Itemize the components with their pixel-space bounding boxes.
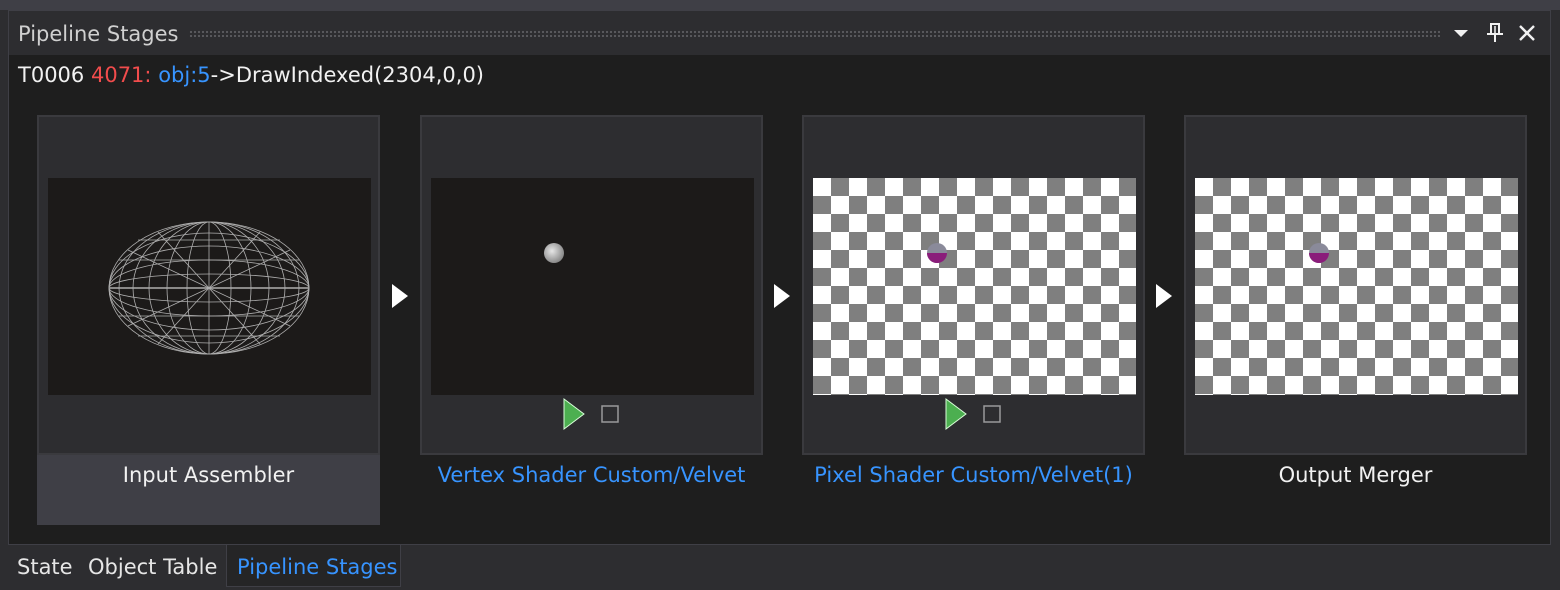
velvet-sphere-icon — [927, 243, 947, 263]
arrow-right-icon — [774, 284, 790, 308]
stage-frame — [1184, 115, 1527, 455]
close-icon[interactable] — [1516, 21, 1538, 45]
chevron-down-icon[interactable] — [1450, 21, 1472, 45]
tab-object-table[interactable]: Object Table — [88, 545, 217, 587]
object-link[interactable]: obj:5 — [158, 63, 210, 87]
pixel-shader-thumbnail[interactable] — [813, 178, 1136, 395]
stage-frame — [37, 115, 380, 455]
tab-pipeline-stages[interactable]: Pipeline Stages — [226, 545, 401, 587]
stage-label[interactable]: Output Merger — [1184, 455, 1527, 525]
stop-icon[interactable] — [983, 405, 1001, 423]
play-icon[interactable] — [945, 398, 967, 430]
draw-call: DrawIndexed(2304,0,0) — [235, 63, 484, 87]
velvet-sphere-icon — [1309, 243, 1329, 263]
arrow-right-icon — [1156, 284, 1172, 308]
panel-title-bar[interactable]: Pipeline Stages — [9, 11, 1550, 55]
vertex-shader-thumbnail[interactable] — [431, 178, 754, 395]
stop-icon[interactable] — [601, 405, 619, 423]
pipeline-stages-panel: Pipeline Stages T0006 4071: obj:5->DrawI… — [8, 10, 1551, 545]
thread-id: T0006 — [18, 63, 85, 87]
drag-grip[interactable] — [189, 30, 1440, 37]
top-strip — [0, 0, 1560, 10]
output-merger-thumbnail[interactable] — [1195, 178, 1518, 395]
pixel-shader-controls — [945, 398, 1001, 430]
vertex-shader-controls — [563, 398, 619, 430]
bottom-tab-bar: State Object Table Pipeline Stages — [8, 545, 1560, 590]
play-icon[interactable] — [563, 398, 585, 430]
stage-label[interactable]: Vertex Shader Custom/Velvet — [420, 455, 763, 525]
wireframe-sphere-icon — [108, 221, 310, 355]
input-assembler-thumbnail[interactable] — [48, 178, 371, 395]
arrow-right-icon — [392, 284, 408, 308]
event-description: T0006 4071: obj:5->DrawIndexed(2304,0,0) — [18, 63, 484, 87]
panel-title: Pipeline Stages — [18, 22, 179, 46]
tab-state[interactable]: State — [17, 545, 73, 587]
stage-label[interactable]: Input Assembler — [37, 455, 380, 525]
sphere-dot-icon — [544, 243, 564, 263]
event-id-link[interactable]: 4071: — [91, 63, 152, 87]
pin-icon[interactable] — [1484, 21, 1506, 45]
stage-label[interactable]: Pixel Shader Custom/Velvet(1) — [802, 455, 1145, 525]
call-separator: -> — [210, 63, 236, 87]
